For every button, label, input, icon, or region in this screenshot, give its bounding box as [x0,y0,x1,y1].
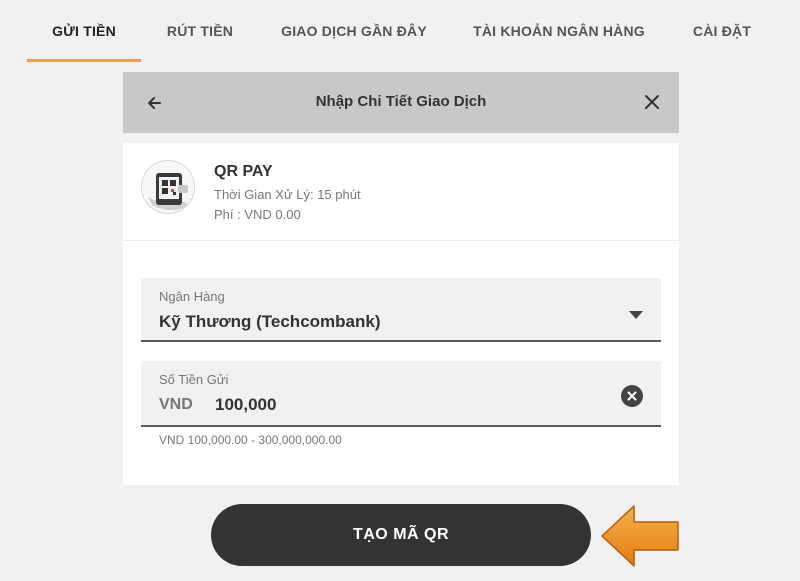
bank-label: Ngân Hàng [159,289,225,304]
close-icon [645,95,659,109]
active-tab-indicator [27,59,141,62]
qr-phone-icon [141,160,195,214]
pointer-arrow-icon [601,505,679,567]
amount-input[interactable] [215,391,595,419]
transaction-card: QR PAY Thời Gian Xử Lý: 15 phút Phí : VN… [123,143,679,485]
tab-recent-transactions[interactable]: GIAO DỊCH GẦN ĐÂY [268,0,440,62]
tab-settings[interactable]: CÀI ĐẶT [676,0,768,62]
amount-field: Số Tiền Gửi VND [141,361,661,427]
dialog-header: Nhập Chi Tiết Giao Dịch [123,72,679,133]
tab-deposit[interactable]: GỬI TIỀN [27,0,141,62]
fee-text: Phí : VND 0.00 [214,207,301,222]
processing-time: Thời Gian Xử Lý: 15 phút [214,187,361,202]
tab-bar: GỬI TIỀN RÚT TIỀN GIAO DỊCH GẦN ĐÂY TÀI … [0,0,800,62]
tab-bank-account[interactable]: TÀI KHOẢN NGÂN HÀNG [464,0,654,62]
bank-selected-value: Kỹ Thương (Techcombank) [159,312,381,331]
amount-range-hint: VND 100,000.00 - 300,000,000.00 [159,433,342,447]
tab-withdraw[interactable]: RÚT TIỀN [152,0,248,62]
dialog-title: Nhập Chi Tiết Giao Dịch [315,93,487,110]
currency-label: VND [159,396,193,413]
close-button[interactable] [639,89,665,115]
clear-icon [627,391,637,401]
chevron-down-icon [629,311,643,319]
amount-label: Số Tiền Gửi [159,372,229,387]
generate-qr-button[interactable]: TẠO MÃ QR [211,504,591,566]
payment-method: QR PAY Thời Gian Xử Lý: 15 phút Phí : VN… [123,143,679,241]
clear-button[interactable] [621,385,643,407]
bank-select[interactable]: Ngân Hàng Kỹ Thương (Techcombank) [141,278,661,342]
method-name: QR PAY [214,163,273,180]
